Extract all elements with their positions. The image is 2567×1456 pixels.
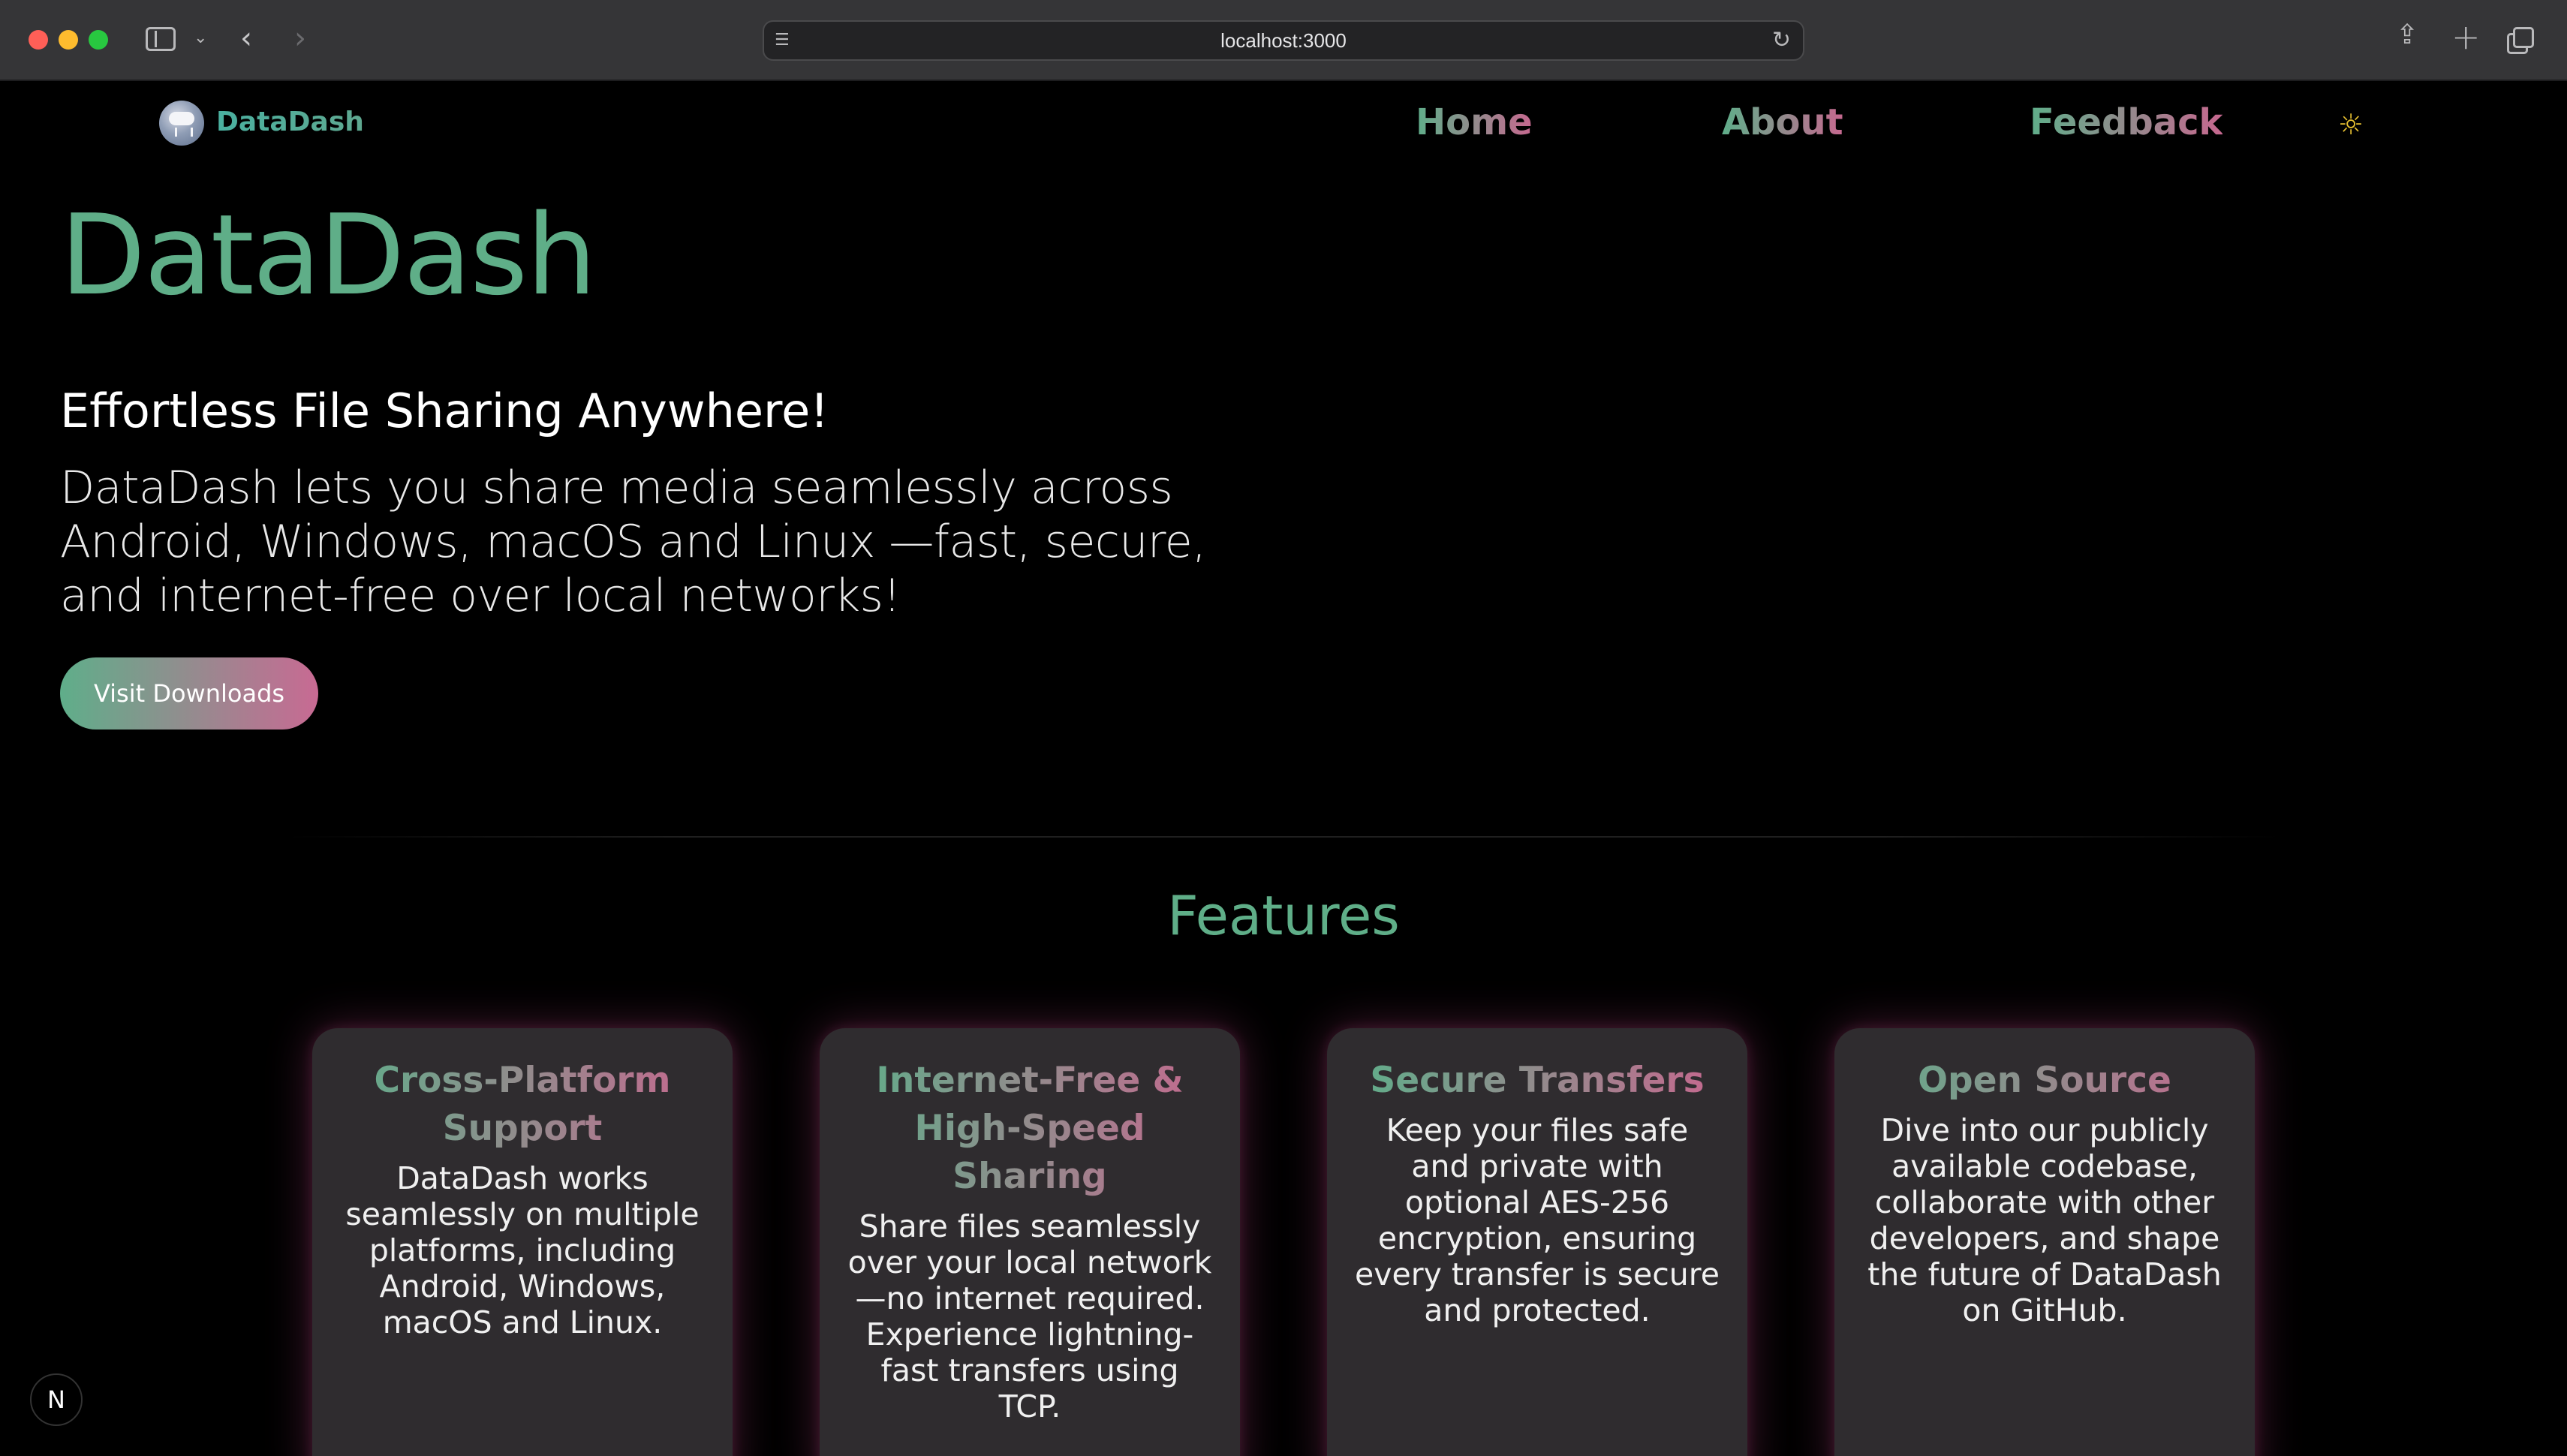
- plus-icon[interactable]: +: [2451, 17, 2481, 57]
- sidebar-icon[interactable]: [146, 27, 176, 51]
- feature-card-text: Keep your files safe and private with op…: [1355, 1112, 1720, 1328]
- feature-card-title: Internet-Free & High-Speed Sharing: [847, 1057, 1213, 1201]
- drops-icon: [175, 128, 193, 137]
- chevron-down-icon[interactable]: ⌄: [194, 29, 207, 47]
- features-heading: Features: [1167, 884, 1400, 947]
- nextjs-dev-indicator[interactable]: N: [30, 1373, 83, 1426]
- feature-card-open-source: Open Source Dive into our publicly avail…: [1834, 1028, 2255, 1456]
- browser-toolbar: ⌄ ‹ › ☰ localhost:3000 ↻ ⇪ +: [0, 0, 2567, 81]
- feature-card-text: Share files seamlessly over your local n…: [847, 1208, 1212, 1424]
- chevron-left-icon[interactable]: ‹: [240, 21, 252, 56]
- web-page: DataDash Home About Feedback ☼ DataDash …: [0, 81, 2567, 1456]
- logo-icon[interactable]: [159, 101, 204, 146]
- close-window-button[interactable]: [29, 30, 48, 50]
- brand-name[interactable]: DataDash: [216, 104, 364, 141]
- address-url[interactable]: localhost:3000: [764, 22, 1803, 59]
- feature-card-secure-transfers: Secure Transfers Keep your files safe an…: [1327, 1028, 1747, 1456]
- reload-icon[interactable]: ↻: [1772, 28, 1791, 53]
- zoom-window-button[interactable]: [89, 30, 108, 50]
- cloud-icon: [169, 112, 194, 125]
- nav-link-feedback[interactable]: Feedback: [2030, 98, 2222, 147]
- hero-title: DataDash: [60, 191, 597, 320]
- feature-card-text: Dive into our publicly available codebas…: [1867, 1112, 2222, 1328]
- feature-card-title: Open Source: [1861, 1057, 2228, 1105]
- share-icon[interactable]: ⇪: [2396, 20, 2418, 50]
- tabs-icon[interactable]: [2507, 27, 2534, 54]
- minimize-window-button[interactable]: [59, 30, 78, 50]
- sun-icon[interactable]: ☼: [2336, 110, 2366, 140]
- feature-card-internet-free: Internet-Free & High-Speed Sharing Share…: [820, 1028, 1240, 1456]
- hero-subtitle: Effortless File Sharing Anywhere!: [60, 384, 829, 438]
- hero-description: DataDash lets you share media seamlessly…: [60, 462, 1206, 622]
- feature-card-title: Cross-Platform Support: [339, 1057, 706, 1153]
- nav-link-home[interactable]: Home: [1416, 98, 1533, 147]
- feature-card-text: DataDash works seamlessly on multiple pl…: [345, 1160, 700, 1340]
- section-divider: [285, 836, 2282, 838]
- address-bar[interactable]: ☰ localhost:3000 ↻: [763, 20, 1804, 61]
- feature-card-cross-platform: Cross-Platform Support DataDash works se…: [312, 1028, 733, 1456]
- chevron-right-icon[interactable]: ›: [294, 21, 306, 56]
- browser-window: ⌄ ‹ › ☰ localhost:3000 ↻ ⇪ + DataDash Ho…: [0, 0, 2567, 1456]
- visit-downloads-button[interactable]: Visit Downloads: [60, 657, 318, 730]
- nav-link-about[interactable]: About: [1722, 98, 1843, 147]
- feature-card-title: Secure Transfers: [1354, 1057, 1720, 1105]
